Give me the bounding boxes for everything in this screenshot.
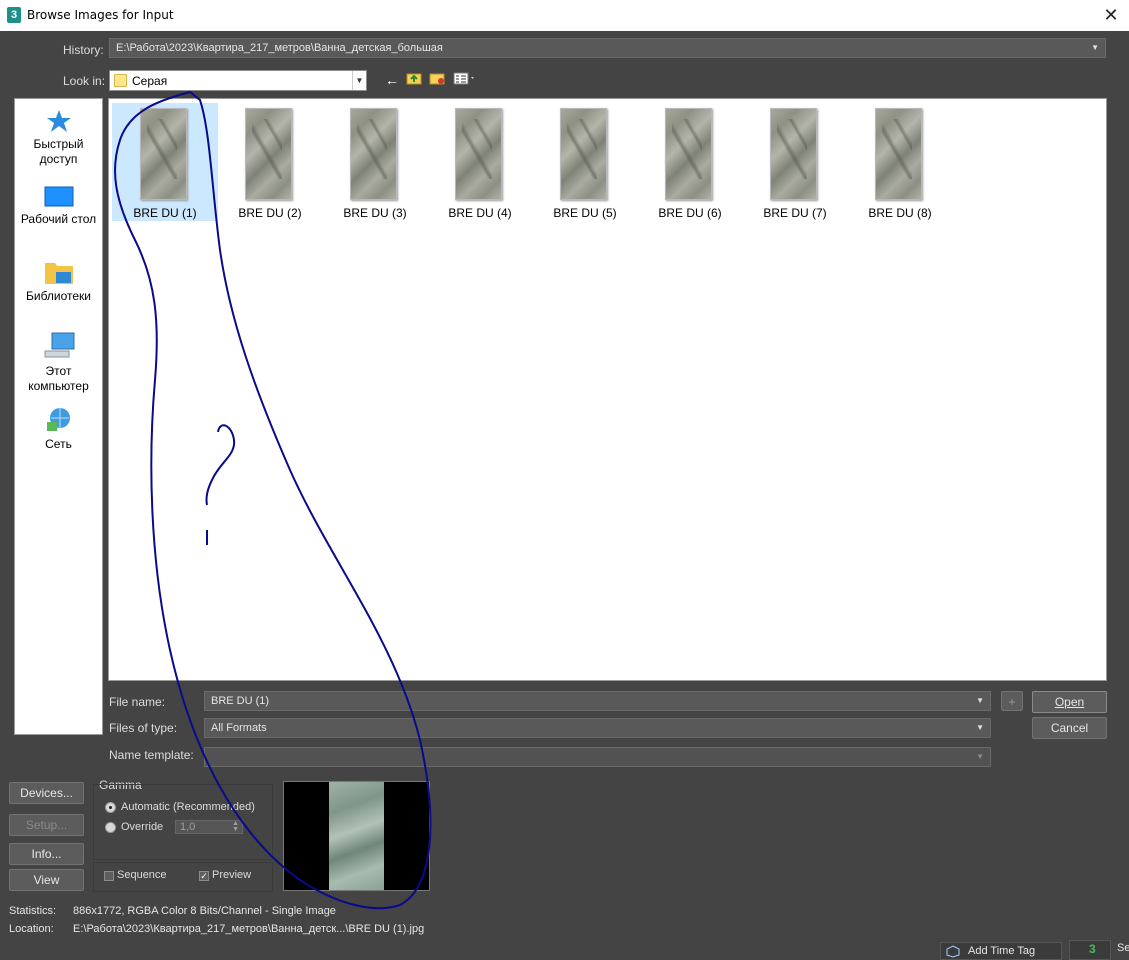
file-item[interactable]: BRE DU (2) [217,103,323,221]
taskbar-app-button[interactable]: 3 [1069,940,1111,960]
filename-value: BRE DU (1) [211,695,270,707]
cancel-button[interactable]: Cancel [1032,717,1107,739]
file-item[interactable]: BRE DU (3) [322,103,428,221]
chevron-down-icon: ▼ [1091,43,1099,52]
image-thumbnail [455,108,502,200]
place-network[interactable]: Сеть [15,407,102,452]
sequence-label: Sequence [117,869,167,881]
image-thumbnail [665,108,712,200]
star-icon [46,110,71,132]
image-thumbnail [245,108,292,200]
filetype-value: All Formats [211,722,267,734]
folder-icon [114,74,127,87]
app-icon: 3 [1089,942,1096,956]
nametemplate-label: Name template: [109,748,194,762]
info-button[interactable]: Info... [9,843,84,865]
lookin-value: Серая [132,74,168,88]
file-item[interactable]: BRE DU (5) [532,103,638,221]
title-bar: 3 Browse Images for Input ✕ [0,0,1129,31]
file-item[interactable]: BRE DU (6) [637,103,743,221]
window-title: Browse Images for Input [27,8,174,22]
filetype-label: Files of type: [109,721,178,735]
place-this-pc[interactable]: Этот компьютер [15,332,102,394]
chevron-down-icon: ▼ [976,723,984,732]
lookin-label: Look in: [63,74,106,88]
statistics-value: 886x1772, RGBA Color 8 Bits/Channel - Si… [73,905,336,917]
filename-label: File name: [109,695,166,709]
devices-button[interactable]: Devices... [9,782,84,804]
spinner-arrows-icon: ▲ ▼ [232,820,239,833]
statistics-label: Statistics: [9,905,57,917]
override-radio[interactable] [105,822,116,833]
libraries-icon [44,263,73,284]
sequence-checkbox[interactable] [104,871,114,881]
override-label: Override [121,821,164,833]
place-quick-access[interactable]: Быстрый доступ [15,109,102,167]
file-item[interactable]: BRE DU (4) [427,103,533,221]
app-icon: 3 [7,7,21,23]
preview-checkbox[interactable]: ✓ [199,871,209,881]
image-thumbnail [560,108,607,200]
places-sidebar: Быстрый доступ Рабочий стол Библиотеки Э… [14,98,103,735]
close-button[interactable]: ✕ [1098,2,1124,28]
up-folder-icon[interactable] [405,71,423,89]
desktop-icon [44,186,73,207]
chevron-down-icon: ▼ [976,696,984,705]
taskbar-partial-label: Se [1117,942,1129,954]
add-button[interactable]: + [1001,691,1023,711]
file-item[interactable]: BRE DU (7) [742,103,848,221]
place-desktop[interactable]: Рабочий стол [15,186,102,227]
file-list: BRE DU (1) BRE DU (2) BRE DU (3) BRE DU … [108,98,1107,681]
filetype-dropdown[interactable]: All Formats ▼ [204,718,991,738]
image-thumbnail [140,108,187,200]
preview-image [329,782,384,890]
view-button[interactable]: View [9,869,84,891]
open-button[interactable]: Open [1032,691,1107,713]
back-arrow-icon[interactable]: ← [383,71,401,89]
file-item[interactable]: BRE DU (1) [112,103,218,221]
computer-icon [44,332,74,358]
location-label: Location: [9,923,54,935]
history-label: History: [63,43,104,57]
nametemplate-input[interactable]: ▼ [204,747,991,767]
chevron-down-icon: ▼ [352,71,366,90]
lookin-dropdown[interactable]: Серая ▼ [109,70,367,91]
image-thumbnail [350,108,397,200]
image-preview [283,781,430,891]
add-time-tag-button[interactable]: Add Time Tag [940,942,1062,960]
file-item[interactable]: BRE DU (8) [847,103,953,221]
setup-button[interactable]: Setup... [9,814,84,836]
automatic-radio[interactable] [105,802,116,813]
preview-label: Preview [212,869,252,881]
chevron-down-icon: ▼ [976,752,984,761]
filename-input[interactable]: BRE DU (1) ▼ [204,691,991,711]
location-value: E:\Работа\2023\Квартира_217_метров\Ванна… [73,923,425,935]
history-value: E:\Работа\2023\Квартира_217_метров\Ванна… [116,42,443,54]
image-thumbnail [770,108,817,200]
place-libraries[interactable]: Библиотеки [15,259,102,304]
view-menu-icon[interactable] [452,71,478,89]
cube-icon [946,945,960,958]
override-spinner[interactable]: 1,0 ▲ ▼ [175,820,243,834]
network-icon [46,408,70,431]
history-dropdown[interactable]: E:\Работа\2023\Квартира_217_метров\Ванна… [109,38,1106,58]
image-thumbnail [875,108,922,200]
new-folder-icon[interactable] [428,71,446,89]
automatic-label: Automatic (Recommended) [121,801,255,813]
